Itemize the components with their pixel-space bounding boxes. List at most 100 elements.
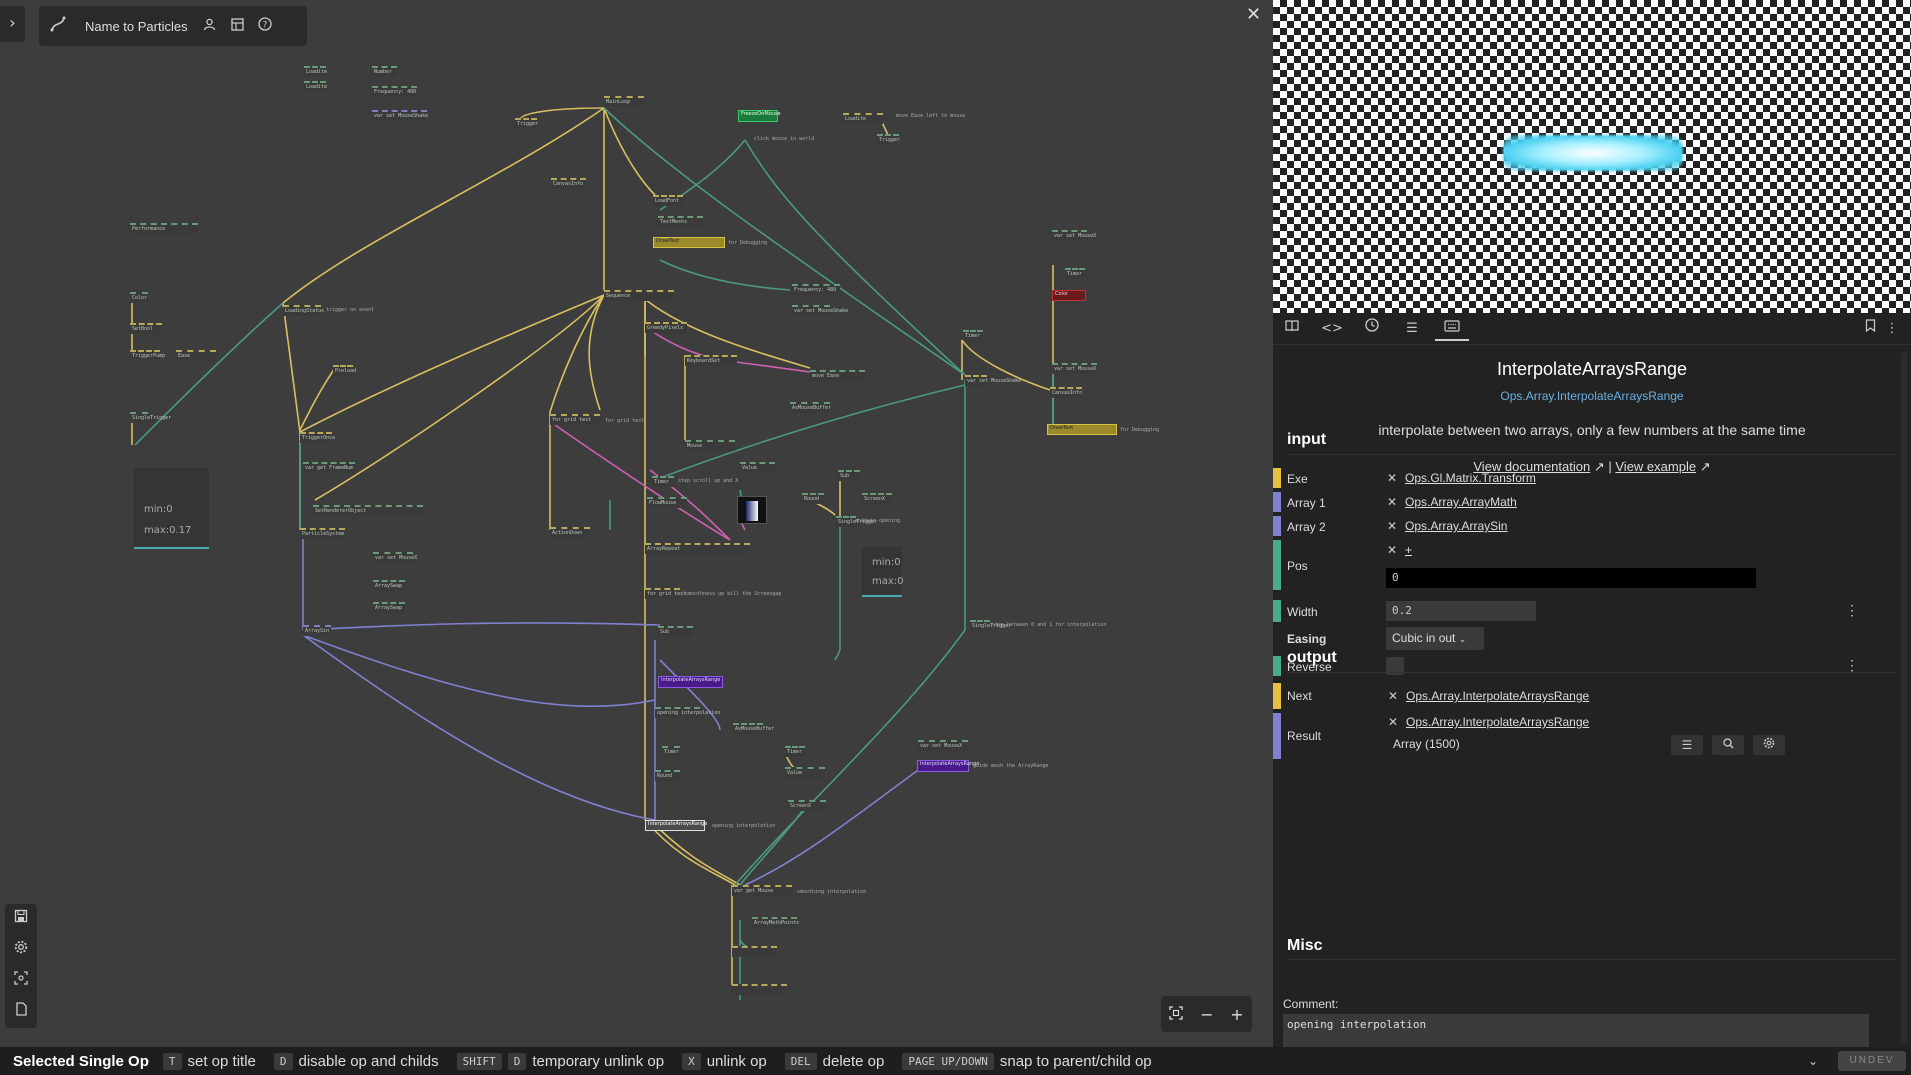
unlink-icon[interactable]: ✕ — [1387, 543, 1397, 557]
expand-sidebar-button[interactable]: › — [0, 6, 25, 42]
op-node-highlight[interactable]: InterpolateArraysRange — [917, 760, 979, 772]
zoom-fit-icon[interactable] — [1169, 1005, 1184, 1024]
op-node[interactable]: Loadite — [304, 81, 327, 92]
unlink-icon[interactable]: ✕ — [1387, 519, 1397, 533]
op-node[interactable]: ParticleSystem — [300, 528, 345, 539]
op-node[interactable]: SetBool — [130, 323, 162, 334]
op-node[interactable]: Sub — [838, 470, 860, 481]
patch-settings-icon[interactable] — [223, 17, 251, 35]
op-node[interactable]: Timer — [1065, 268, 1085, 279]
op-node[interactable]: FlowMouse — [647, 497, 687, 508]
file-icon[interactable] — [5, 997, 37, 1028]
op-node[interactable]: AsMouseBuffer — [790, 402, 831, 413]
op-node[interactable]: SetRendererObject — [313, 505, 423, 516]
op-namespace[interactable]: Ops.Array.InterpolateArraysRange — [1273, 389, 1911, 403]
op-node[interactable]: for grid test — [645, 588, 686, 599]
op-node[interactable]: Value — [785, 767, 825, 778]
op-node[interactable]: Frequency: 480 — [372, 86, 417, 97]
op-node[interactable]: TextMeshs — [658, 216, 703, 227]
op-node[interactable]: var get FrameNum — [303, 462, 355, 473]
op-node[interactable]: ArraySin — [303, 625, 331, 636]
port-link[interactable]: + — [1405, 543, 1412, 557]
op-node[interactable]: SingleTrigger — [836, 516, 877, 527]
op-node[interactable]: MainLoop — [604, 96, 644, 107]
op-node-highlight[interactable]: FreezeOnMouse — [738, 110, 781, 122]
list-icon[interactable]: ☰ — [1395, 317, 1429, 341]
op-node[interactable]: KeyboardSet — [685, 355, 737, 366]
panel-scrollbar[interactable] — [1901, 353, 1907, 1043]
op-node[interactable]: var set MouseShake — [792, 305, 848, 316]
pos-input[interactable]: 0 — [1386, 568, 1756, 588]
op-node[interactable]: AsMouseBuffer — [733, 723, 774, 734]
op-node-selected[interactable]: InterpolateArraysRange — [645, 820, 707, 831]
port-link[interactable]: Ops.Array.InterpolateArraysRange — [1406, 689, 1589, 703]
patch-canvas[interactable]: Loadite Loadite Number Frequency: 480 va… — [0, 0, 1273, 1047]
op-node[interactable]: Timer — [662, 746, 680, 757]
op-node[interactable]: Loadite — [304, 66, 327, 77]
op-node[interactable]: SingleTrigger — [970, 620, 1011, 631]
op-node[interactable]: Color — [130, 292, 148, 303]
comment-textarea[interactable]: opening interpolation — [1283, 1014, 1869, 1047]
zoom-in-icon[interactable]: + — [1230, 1005, 1243, 1024]
op-node[interactable]: Performance — [130, 223, 198, 234]
op-node[interactable]: var set MouseX — [373, 552, 417, 563]
op-node-highlight[interactable]: Color — [1052, 290, 1086, 301]
op-node[interactable]: Trigger — [877, 134, 900, 145]
op-node[interactable]: opening interpolation — [655, 707, 720, 718]
op-node[interactable]: Preload — [333, 365, 356, 376]
more-icon[interactable]: ⋮ — [1845, 602, 1859, 619]
op-node[interactable]: var set MouseX — [1052, 230, 1096, 241]
screenshot-icon[interactable] — [5, 966, 37, 997]
op-node[interactable]: Timer — [652, 476, 674, 487]
op-node[interactable] — [732, 984, 787, 995]
op-node[interactable]: Number — [372, 66, 397, 77]
port-link[interactable]: Ops.Array.InterpolateArraysRange — [1406, 715, 1589, 729]
render-preview[interactable] — [1273, 0, 1911, 313]
chevron-down-icon[interactable]: ⌄ — [1808, 1054, 1818, 1068]
list-icon[interactable]: ☰ — [1671, 735, 1703, 755]
gear-icon[interactable] — [1753, 735, 1785, 755]
op-node[interactable]: Trigger — [515, 118, 538, 129]
cables-logo-icon[interactable] — [39, 16, 77, 36]
op-node[interactable]: move Ease — [810, 370, 865, 381]
clock-icon[interactable] — [1355, 317, 1389, 341]
unlink-icon[interactable]: ✕ — [1387, 495, 1397, 509]
op-node[interactable]: SingleTrigger — [130, 412, 171, 423]
op-node[interactable]: ScreenX — [862, 493, 892, 504]
op-node[interactable]: Sequence — [604, 290, 674, 301]
op-node[interactable]: var set MouseShake — [372, 110, 428, 121]
op-node[interactable]: Ease — [176, 350, 216, 361]
width-input[interactable]: 0.2 — [1386, 601, 1536, 621]
more-icon[interactable]: ⋮ — [1875, 317, 1909, 341]
op-node[interactable]: Round — [802, 493, 824, 504]
op-node[interactable]: Sub — [658, 626, 693, 637]
keyboard-icon[interactable] — [1435, 317, 1469, 341]
unlink-icon[interactable]: ✕ — [1387, 471, 1397, 485]
help-icon[interactable]: ? — [251, 17, 279, 35]
port-link[interactable]: Ops.Array.ArraySin — [1405, 519, 1507, 533]
op-node[interactable]: ScreenX — [788, 800, 826, 811]
op-node[interactable]: LoadingStatus — [283, 305, 324, 316]
op-node[interactable]: ArraySwap — [373, 602, 405, 613]
op-node[interactable]: Frequency: 480 — [792, 284, 840, 295]
op-node[interactable]: CanvasInfo — [1050, 387, 1082, 398]
op-node[interactable] — [732, 946, 777, 957]
zoom-out-icon[interactable]: − — [1200, 1005, 1213, 1024]
op-node-highlight[interactable]: DrawText — [653, 237, 725, 248]
gear-icon[interactable] — [5, 935, 37, 966]
search-icon[interactable] — [1712, 735, 1744, 755]
op-node[interactable]: Mouse — [685, 440, 735, 451]
op-node[interactable]: CanvasInfo — [551, 178, 586, 189]
op-node[interactable]: for grid test — [550, 414, 600, 425]
op-node[interactable]: ArraySwap — [373, 580, 405, 591]
op-node[interactable]: Round — [655, 770, 680, 781]
op-node[interactable]: GreedyPixels — [645, 322, 687, 333]
op-node-highlight[interactable]: DrawText — [1047, 424, 1117, 435]
op-node[interactable]: ActionDown — [550, 527, 590, 538]
op-node[interactable]: TriggerPump — [130, 350, 165, 361]
easing-select[interactable]: Cubic in out ⌄ — [1386, 627, 1484, 650]
op-node[interactable]: var set MouseShake — [965, 375, 1021, 386]
op-node[interactable]: var get Mouse — [732, 885, 792, 896]
op-node[interactable]: var set MouseX — [1052, 363, 1097, 374]
op-node-highlight[interactable]: InterpolateArraysRange — [658, 676, 723, 688]
